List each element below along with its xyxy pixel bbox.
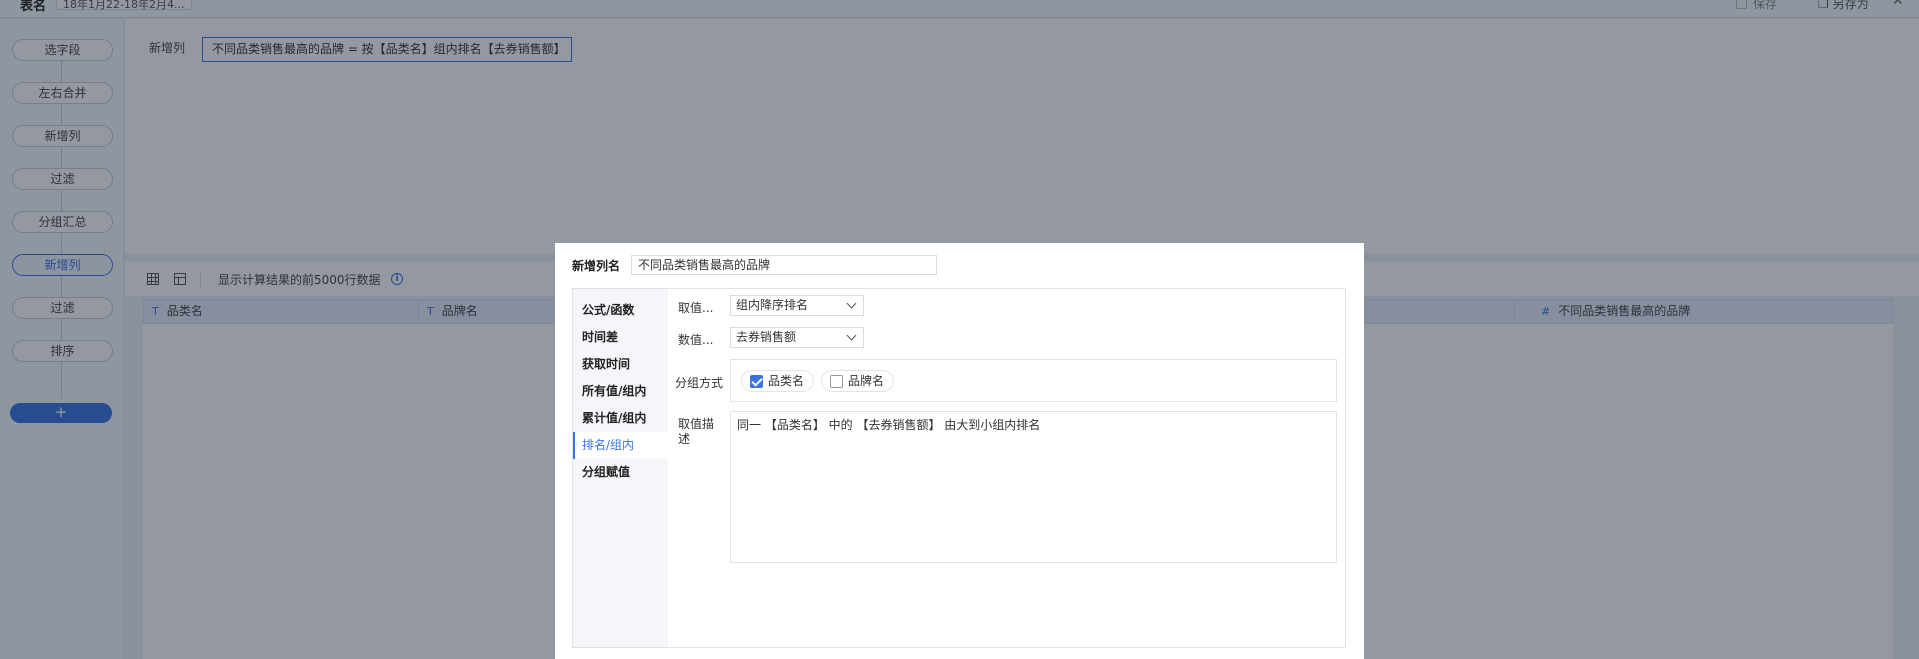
column-name-label: 新增列名 — [572, 259, 621, 273]
group-label: 分组方式 — [675, 376, 724, 390]
description-label-2: 述 — [678, 432, 691, 446]
checkbox-icon[interactable] — [830, 375, 843, 388]
checkbox-checked-icon[interactable] — [750, 375, 763, 388]
function-category-list: 公式/函数 时间差 获取时间 所有值/组内 累计值/组内 排名/组内 分组赋值 — [573, 289, 668, 647]
chevron-down-icon — [846, 298, 857, 309]
column-name-input[interactable]: 不同品类销售最高的品牌 — [631, 255, 937, 275]
category-cumulative[interactable]: 累计值/组内 — [573, 405, 668, 432]
group-option-label: 品类名 — [768, 374, 805, 388]
add-column-dialog: 新增列名 不同品类销售最高的品牌 公式/函数 时间差 获取时间 所有值/组内 累… — [555, 243, 1364, 659]
group-options: 品类名 品牌名 — [730, 359, 1337, 402]
dialog-body: 公式/函数 时间差 获取时间 所有值/组内 累计值/组内 排名/组内 分组赋值 … — [572, 288, 1346, 648]
value-select-text: 组内降序排名 — [736, 298, 809, 312]
group-option-label: 品牌名 — [848, 374, 885, 388]
category-formula[interactable]: 公式/函数 — [573, 297, 668, 324]
category-get-time[interactable]: 获取时间 — [573, 351, 668, 378]
category-rank[interactable]: 排名/组内 — [573, 432, 668, 459]
chevron-down-icon — [846, 330, 857, 341]
field-select[interactable]: 去券销售额 — [730, 327, 864, 348]
group-option-category[interactable]: 品类名 — [741, 370, 815, 392]
value-label: 取值... — [678, 301, 714, 315]
category-all-values[interactable]: 所有值/组内 — [573, 378, 668, 405]
group-option-brand[interactable]: 品牌名 — [821, 370, 895, 392]
value-select[interactable]: 组内降序排名 — [730, 295, 864, 316]
field-select-text: 去券销售额 — [736, 330, 797, 344]
description-box: 同一 【品类名】 中的 【去券销售额】 由大到小组内排名 — [730, 411, 1337, 563]
category-time-diff[interactable]: 时间差 — [573, 324, 668, 351]
field-label: 数值... — [678, 333, 714, 347]
category-group-assign[interactable]: 分组赋值 — [573, 459, 668, 486]
